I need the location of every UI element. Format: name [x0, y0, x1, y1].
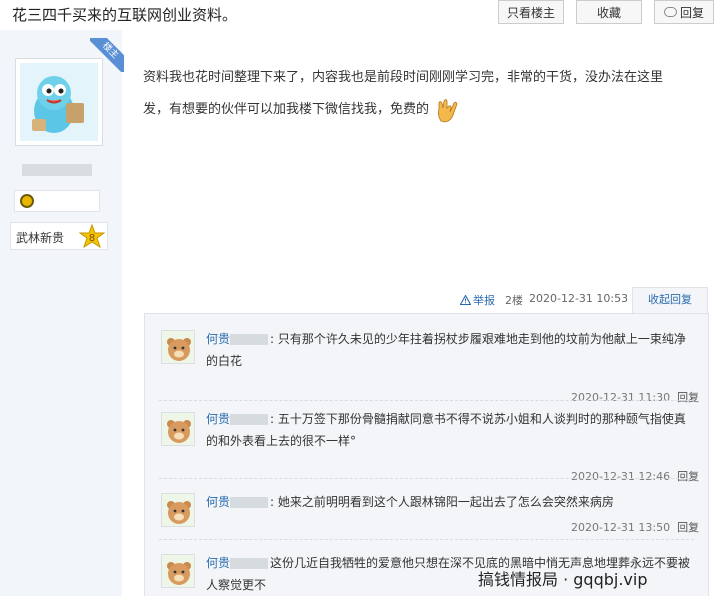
post-timestamp: 2020-12-31 10:53	[529, 292, 629, 305]
reply-button[interactable]: 回复	[654, 0, 714, 24]
post-line-2-wrap: 发，有想要的伙伴可以加我楼下微信找我，免费的	[143, 94, 711, 126]
comment-meta: 2020-12-31 13:50 回复	[571, 519, 699, 535]
comment-reply-link[interactable]: 回复	[677, 521, 699, 534]
favorite-label: 收藏	[596, 5, 621, 20]
comment-divider	[159, 400, 694, 401]
commenter-avatar[interactable]	[161, 330, 195, 364]
rank-title: 武林新贵	[16, 231, 65, 245]
comment-divider	[159, 539, 694, 540]
avatar-image	[20, 63, 98, 141]
commenter-avatar[interactable]	[161, 554, 195, 588]
warning-icon	[460, 295, 471, 305]
name-redacted	[230, 497, 269, 508]
post-content: 资料我也花时间整理下来了，内容我也是前段时间刚刚学习完，非常的干货，没办法在这里…	[143, 62, 711, 126]
name-redacted	[230, 334, 269, 345]
comment-body: 何贵: 五十万签下那份骨髓捐献同意书不得不说苏小姐和人谈判时的那种颐气指使真的和…	[206, 408, 696, 452]
post-line-2: 发，有想要的伙伴可以加我楼下微信找我，免费的	[143, 102, 430, 117]
comment-reply-link[interactable]: 回复	[677, 391, 699, 404]
comment-divider	[159, 478, 694, 479]
comment-reply-link[interactable]: 回复	[677, 470, 699, 483]
commenter-name[interactable]: 何贵	[206, 495, 230, 509]
commenter-avatar[interactable]	[161, 412, 195, 446]
bear-avatar-icon	[162, 494, 194, 526]
comment-time: 2020-12-31 13:50	[571, 521, 671, 534]
name-redacted	[230, 558, 269, 569]
comment-list: 何贵: 只有那个许久未见的少年拄着拐杖步履艰难地走到他的坟前为他献上一束纯净的白…	[144, 313, 709, 596]
cartoon-avatar-icon	[20, 63, 98, 141]
favorite-button[interactable]: 收藏	[576, 0, 642, 24]
bear-avatar-icon	[162, 331, 194, 363]
user-sidebar: 楼主 武林新贵 8	[0, 30, 124, 596]
comment-text: : 她来之前明明看到这个人跟林锦阳一起出去了怎么会突然来病房	[270, 495, 614, 509]
rank-box: 武林新贵 8	[10, 222, 108, 250]
commenter-name[interactable]: 何贵	[206, 412, 230, 426]
medal-icon[interactable]	[20, 194, 34, 208]
thread-header: 花三四千买来的互联网创业资料。 只看楼主 收藏 回复	[0, 0, 718, 30]
level-star-icon: 8	[79, 224, 105, 249]
bear-avatar-icon	[162, 555, 194, 587]
rock-hand-icon	[438, 98, 458, 122]
username-redacted	[22, 164, 92, 176]
comment-text: : 只有那个许久未见的少年拄着拐杖步履艰难地走到他的坟前为他献上一束纯净的白花	[206, 332, 686, 368]
collapse-replies-button[interactable]: 收起回复	[632, 287, 708, 313]
comment-meta: 2020-12-31 12:46 回复	[571, 468, 699, 484]
post-line-1: 资料我也花时间整理下来了，内容我也是前段时间刚刚学习完，非常的干货，没办法在这里	[143, 70, 664, 85]
only-author-button[interactable]: 只看楼主	[498, 0, 564, 24]
commenter-avatar[interactable]	[161, 493, 195, 527]
comment-body: 何贵: 只有那个许久未见的少年拄着拐杖步履艰难地走到他的坟前为他献上一束纯净的白…	[206, 328, 696, 372]
comment-icon	[663, 7, 677, 17]
bear-avatar-icon	[162, 413, 194, 445]
watermark: 搞钱情报局 · gqqbj.vip	[478, 570, 648, 589]
commenter-name[interactable]: 何贵	[206, 332, 230, 346]
report-label: 举报	[473, 294, 495, 307]
comment-body: 何贵 : 她来之前明明看到这个人跟林锦阳一起出去了怎么会突然来病房	[206, 491, 696, 513]
comment-time: 2020-12-31 12:46	[571, 470, 671, 483]
medal-box	[14, 190, 100, 212]
name-redacted	[230, 414, 269, 425]
avatar[interactable]	[15, 58, 103, 146]
comment-meta: 2020-12-31 11:30 回复	[571, 389, 699, 405]
only-author-label: 只看楼主	[506, 5, 555, 20]
comment-text: : 五十万签下那份骨髓捐献同意书不得不说苏小姐和人谈判时的那种颐气指使真的和外表…	[206, 412, 686, 448]
floor-number: 2楼	[505, 294, 523, 307]
comment-time: 2020-12-31 11:30	[571, 391, 671, 404]
report-link[interactable]: 举报	[460, 292, 495, 308]
reply-label: 回复	[679, 5, 704, 20]
commenter-name[interactable]: 何贵	[206, 556, 230, 570]
thread-title: 花三四千买来的互联网创业资料。	[12, 6, 238, 24]
level-number: 8	[89, 233, 95, 244]
